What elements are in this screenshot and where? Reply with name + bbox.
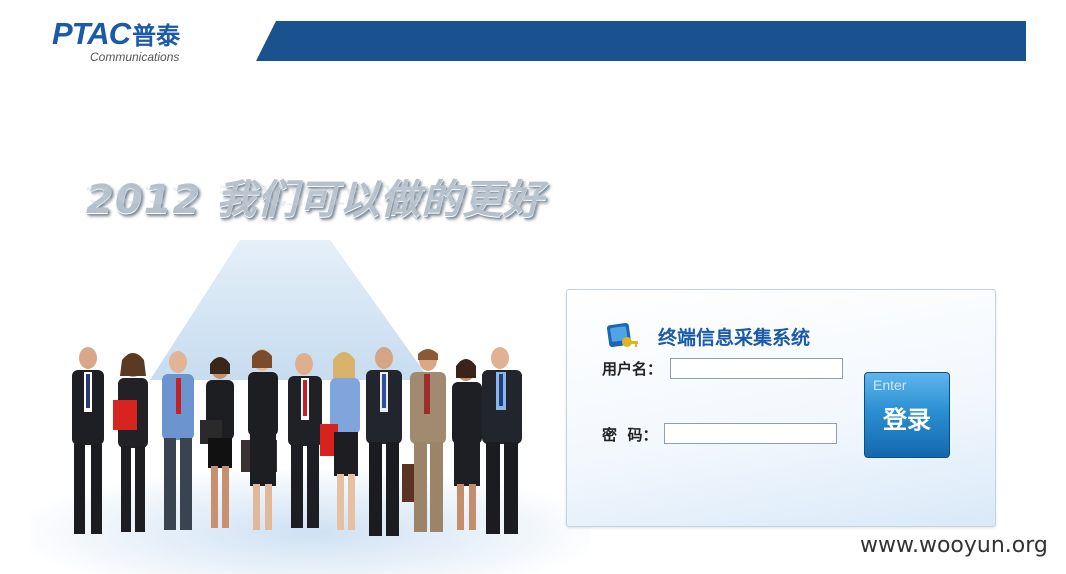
person-5 [241, 349, 278, 530]
person-7 [320, 352, 360, 530]
logo-wordmark: PTAC普泰 [52, 16, 180, 54]
logo-text: PTAC [52, 16, 131, 51]
login-button-hint: Enter [873, 377, 907, 393]
login-button[interactable]: Enter 登录 [864, 372, 950, 458]
header-bar [256, 21, 1026, 61]
person-10 [452, 359, 482, 530]
watermark: www.wooyun.org [860, 533, 1048, 558]
login-button-label: 登录 [883, 406, 931, 434]
key-card-icon [606, 322, 638, 348]
username-label: 用户名： [602, 360, 663, 378]
logo-subtitle: Communications [90, 50, 180, 64]
person-11 [482, 347, 522, 534]
person-9 [402, 349, 446, 532]
person-4 [200, 357, 234, 528]
slogan-reflection: 2012 我们可以做的更好 [86, 181, 545, 208]
system-title: 终端信息采集系统 [658, 327, 811, 349]
person-2 [113, 353, 148, 532]
person-1 [72, 347, 104, 534]
person-6 [288, 353, 322, 528]
password-label: 密 码： [602, 426, 658, 444]
login-panel: 终端信息采集系统 用户名： 密 码： Enter 登录 [566, 289, 996, 527]
company-logo: PTAC普泰 Communications [52, 16, 242, 66]
password-input[interactable] [664, 423, 837, 444]
logo-chinese: 普泰 [132, 22, 181, 50]
person-8 [366, 347, 402, 536]
person-3 [162, 351, 194, 530]
username-input[interactable] [670, 358, 843, 379]
business-people-image [72, 347, 522, 536]
